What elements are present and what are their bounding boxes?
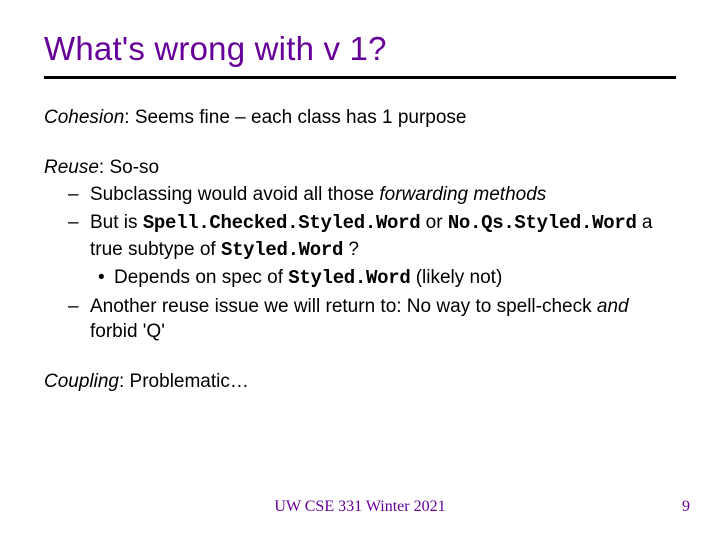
dash-icon: – xyxy=(68,294,90,320)
cohesion-label: Cohesion xyxy=(44,107,124,128)
reuse-bullet-3: –Another reuse issue we will return to: … xyxy=(44,294,676,345)
dash-icon: – xyxy=(68,210,90,236)
title-rule xyxy=(44,76,676,79)
cohesion-line: Cohesion: Seems fine – each class has 1 … xyxy=(44,105,676,131)
reuse-bullet-1: –Subclassing would avoid all those forwa… xyxy=(44,182,676,208)
code-spellchecked: Spell.Checked.Styled.Word xyxy=(143,212,421,234)
coupling-text: : Problematic… xyxy=(119,371,249,392)
reuse-label: Reuse xyxy=(44,157,99,178)
page-number: 9 xyxy=(682,498,690,516)
reuse-b2b: or xyxy=(420,212,447,233)
reuse-sub-a: Depends on spec of xyxy=(114,267,288,288)
reuse-block: Reuse: So-so –Subclassing would avoid al… xyxy=(44,155,676,345)
reuse-b2a: But is xyxy=(90,212,143,233)
slide: What's wrong with v 1? Cohesion: Seems f… xyxy=(0,0,720,540)
slide-body: Cohesion: Seems fine – each class has 1 … xyxy=(44,105,676,395)
coupling-line: Coupling: Problematic… xyxy=(44,369,676,395)
reuse-b1a: Subclassing would avoid all those xyxy=(90,184,379,205)
reuse-sub-b: (likely not) xyxy=(410,267,502,288)
cohesion-text: : Seems fine – each class has 1 purpose xyxy=(124,107,466,128)
slide-title: What's wrong with v 1? xyxy=(44,30,676,68)
reuse-bullet-2: –But is Spell.Checked.Styled.Word or No.… xyxy=(44,210,676,263)
bullet-icon: • xyxy=(98,265,114,291)
dash-icon: – xyxy=(68,182,90,208)
reuse-b3b: and xyxy=(597,296,629,317)
code-styledword-2: Styled.Word xyxy=(288,267,410,289)
coupling-label: Coupling xyxy=(44,371,119,392)
reuse-b3a: Another reuse issue we will return to: N… xyxy=(90,296,597,317)
reuse-intro-line: Reuse: So-so xyxy=(44,155,676,181)
code-noqs: No.Qs.Styled.Word xyxy=(448,212,637,234)
reuse-b3c: forbid 'Q' xyxy=(90,321,165,342)
reuse-b1b: forwarding methods xyxy=(379,184,546,205)
reuse-b2d: ? xyxy=(343,239,359,260)
reuse-intro: : So-so xyxy=(99,157,159,178)
footer-text: UW CSE 331 Winter 2021 xyxy=(0,498,720,516)
reuse-subbullet: •Depends on spec of Styled.Word (likely … xyxy=(44,265,676,292)
code-styledword-1: Styled.Word xyxy=(221,239,343,261)
